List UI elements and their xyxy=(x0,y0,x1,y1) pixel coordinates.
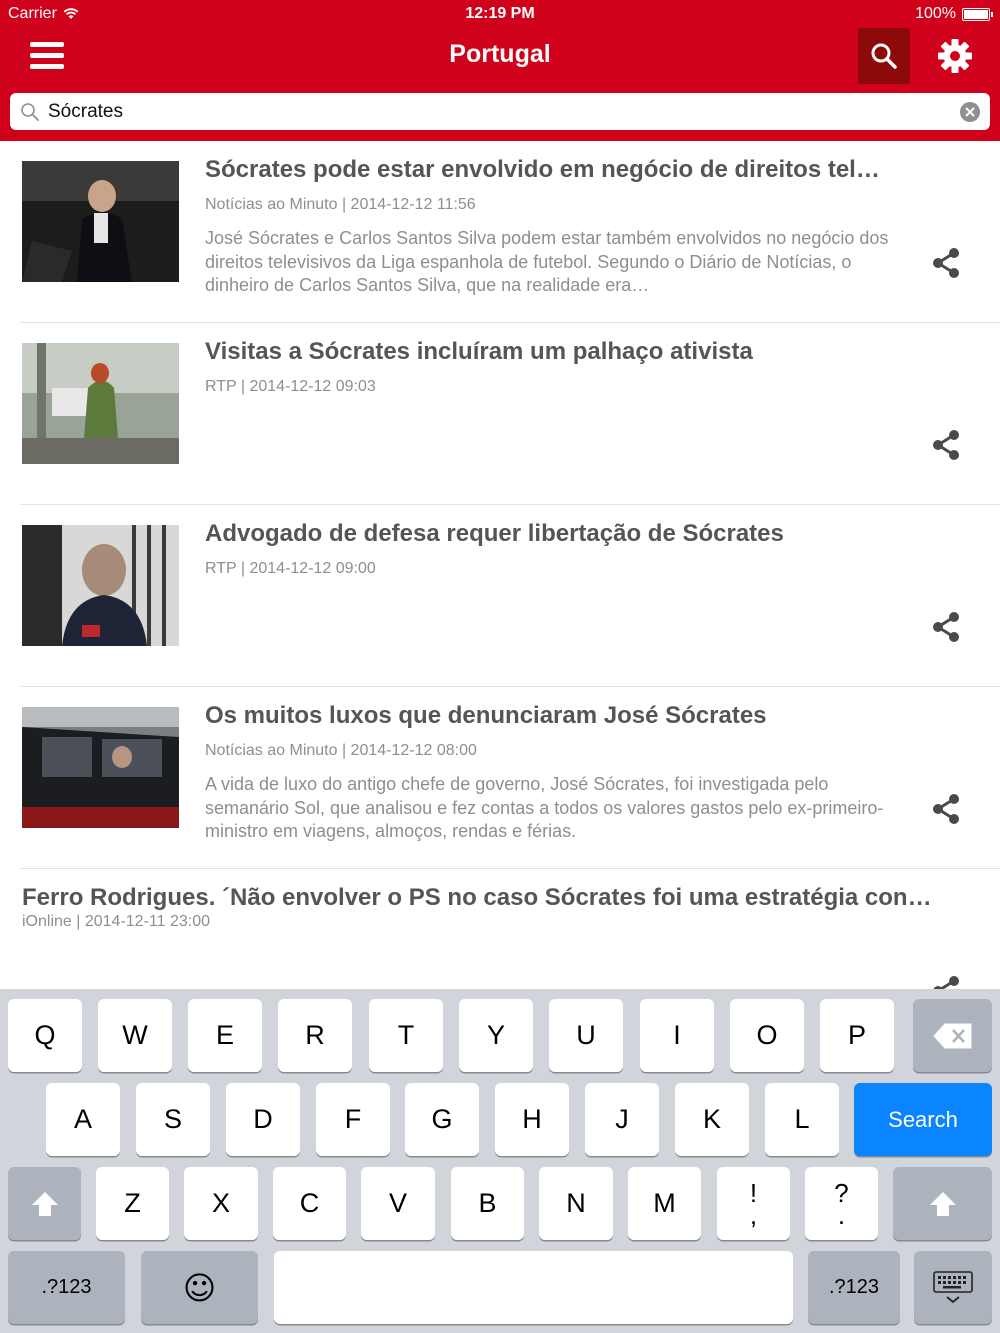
article-title[interactable]: Advogado de defesa requer libertação de … xyxy=(205,520,925,548)
key-c[interactable]: C xyxy=(273,1167,346,1240)
key-t[interactable]: T xyxy=(369,999,443,1072)
navigation-bar: Portugal xyxy=(0,28,1000,84)
clear-search-button[interactable] xyxy=(960,102,980,122)
status-time: 12:19 PM xyxy=(465,5,535,22)
keyboard-dismiss-icon xyxy=(933,1270,973,1303)
article-description: José Sócrates e Carlos Santos Silva pode… xyxy=(205,228,889,295)
article-source-date: RTP | 2014-12-12 09:03 xyxy=(205,378,376,395)
backspace-key[interactable] xyxy=(913,999,992,1072)
dismiss-keyboard-key[interactable] xyxy=(914,1251,992,1324)
top-bar: Carrier 12:19 PM 100% Portugal xyxy=(0,0,1000,141)
key-bottom-char: , xyxy=(749,1199,758,1230)
share-icon[interactable] xyxy=(928,427,964,463)
key-a[interactable]: A xyxy=(46,1083,120,1156)
article-description: A vida de luxo do antigo chefe de govern… xyxy=(205,774,884,841)
shift-icon xyxy=(31,1191,58,1216)
list-item[interactable]: Advogado de defesa requer libertação de … xyxy=(0,505,1000,687)
status-bar: Carrier 12:19 PM 100% xyxy=(0,0,1000,28)
key-y[interactable]: Y xyxy=(459,999,533,1072)
key-exclamation-comma[interactable]: ! , xyxy=(717,1167,790,1240)
list-item[interactable]: Os muitos luxos que denunciaram José Sóc… xyxy=(0,687,1000,869)
article-title[interactable]: Ferro Rodrigues. ´Não envolver o PS no c… xyxy=(22,884,982,912)
menu-button[interactable] xyxy=(28,40,66,72)
gear-icon xyxy=(938,39,972,73)
battery-percent: 100% xyxy=(915,5,956,22)
key-g[interactable]: G xyxy=(405,1083,479,1156)
key-l[interactable]: L xyxy=(765,1083,839,1156)
search-input[interactable] xyxy=(48,97,948,126)
emoji-icon: ☺ xyxy=(182,1268,217,1307)
key-s[interactable]: S xyxy=(136,1083,210,1156)
key-d[interactable]: D xyxy=(226,1083,300,1156)
article-source-date: Notícias ao Minuto | 2014-12-12 08:00 xyxy=(205,742,477,759)
key-h[interactable]: H xyxy=(495,1083,569,1156)
shift-icon xyxy=(929,1191,956,1216)
hamburger-line xyxy=(30,53,64,58)
key-b[interactable]: B xyxy=(451,1167,524,1240)
numbers-key-left[interactable]: .?123 xyxy=(8,1251,125,1324)
key-x[interactable]: X xyxy=(184,1167,258,1240)
shift-key-left[interactable] xyxy=(8,1167,81,1240)
key-f[interactable]: F xyxy=(316,1083,390,1156)
key-w[interactable]: W xyxy=(98,999,172,1072)
key-z[interactable]: Z xyxy=(96,1167,169,1240)
share-icon[interactable] xyxy=(928,609,964,645)
on-screen-keyboard: Q W E R T Y U I O P A S D F G H J K L Se… xyxy=(0,989,1000,1333)
key-k[interactable]: K xyxy=(675,1083,749,1156)
article-source-date: RTP | 2014-12-12 09:00 xyxy=(205,560,376,577)
article-thumbnail xyxy=(22,343,179,464)
article-thumbnail xyxy=(22,525,179,646)
list-item[interactable]: Visitas a Sócrates incluíram um palhaço … xyxy=(0,323,1000,505)
space-bar[interactable] xyxy=(274,1251,793,1324)
key-u[interactable]: U xyxy=(549,999,623,1072)
key-m[interactable]: M xyxy=(628,1167,701,1240)
share-icon[interactable] xyxy=(928,791,964,827)
key-question-period[interactable]: ? . xyxy=(805,1167,878,1240)
article-title[interactable]: Visitas a Sócrates incluíram um palhaço … xyxy=(205,338,925,366)
hamburger-line xyxy=(30,42,64,47)
article-source-date: Notícias ao Minuto | 2014-12-12 11:56 xyxy=(205,196,476,213)
share-icon[interactable] xyxy=(928,245,964,281)
key-e[interactable]: E xyxy=(188,999,262,1072)
article-list: Sócrates pode estar envolvido em negócio… xyxy=(0,141,1000,1051)
key-o[interactable]: O xyxy=(730,999,804,1072)
key-r[interactable]: R xyxy=(278,999,352,1072)
key-i[interactable]: I xyxy=(640,999,714,1072)
key-v[interactable]: V xyxy=(361,1167,435,1240)
key-n[interactable]: N xyxy=(539,1167,613,1240)
article-title[interactable]: Os muitos luxos que denunciaram José Sóc… xyxy=(205,702,925,730)
hamburger-line xyxy=(30,64,64,69)
key-p[interactable]: P xyxy=(820,999,894,1072)
article-source-date: iOnline | 2014-12-11 23:00 xyxy=(22,913,210,930)
search-icon xyxy=(871,43,897,69)
key-bottom-char: . xyxy=(837,1199,846,1230)
article-thumbnail xyxy=(22,161,179,282)
search-button[interactable] xyxy=(858,28,910,84)
emoji-key[interactable]: ☺ xyxy=(141,1251,258,1324)
article-title[interactable]: Sócrates pode estar envolvido em negócio… xyxy=(205,156,925,184)
settings-button[interactable] xyxy=(930,36,980,76)
article-thumbnail xyxy=(22,707,179,828)
key-j[interactable]: J xyxy=(585,1083,659,1156)
search-bar xyxy=(10,93,990,130)
backspace-icon xyxy=(933,1023,971,1048)
battery-indicator: 100% xyxy=(915,5,993,23)
battery-icon xyxy=(962,7,993,21)
page-title: Portugal xyxy=(449,40,551,68)
magnifier-icon xyxy=(21,103,39,121)
numbers-key-right[interactable]: .?123 xyxy=(808,1251,900,1324)
search-key[interactable]: Search xyxy=(854,1083,992,1156)
close-icon xyxy=(965,107,975,117)
shift-key-right[interactable] xyxy=(893,1167,992,1240)
list-item[interactable]: Sócrates pode estar envolvido em negócio… xyxy=(0,141,1000,323)
key-q[interactable]: Q xyxy=(8,999,82,1072)
